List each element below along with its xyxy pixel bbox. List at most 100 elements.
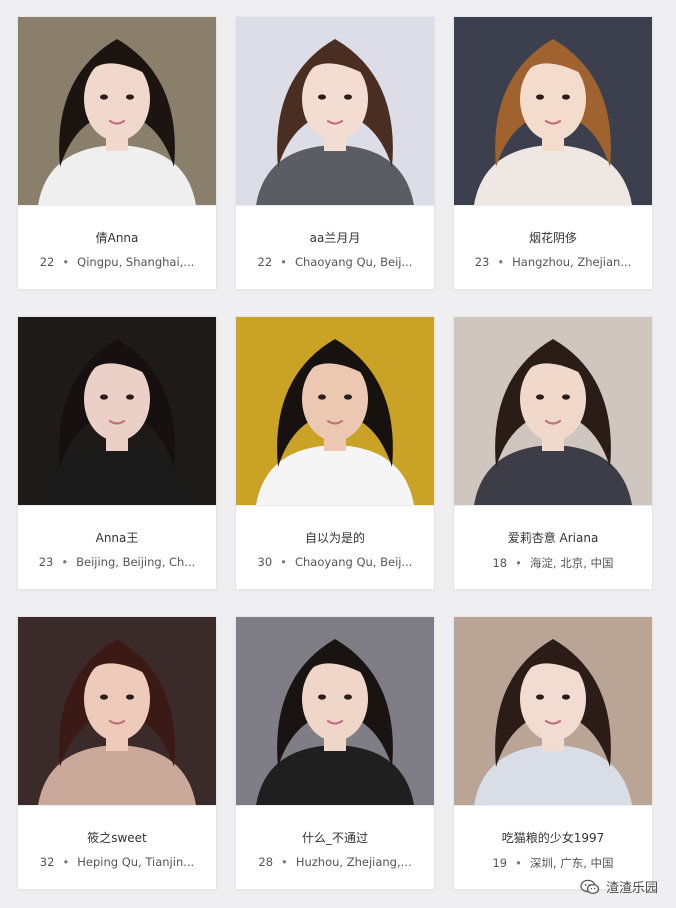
profile-name: Anna王 — [95, 531, 139, 545]
portrait-image — [454, 17, 652, 205]
profile-location: 深圳, 广东, 中国 — [529, 856, 614, 870]
profile-location: Chaoyang Qu, Beij... — [294, 555, 413, 569]
profile-meta: 22 • Chaoyang Qu, Beij... — [236, 255, 434, 269]
profile-card[interactable]: 自以为是的 30 • Chaoyang Qu, Beij... — [235, 316, 435, 590]
profile-card[interactable]: aa兰月月 22 • Chaoyang Qu, Beij... — [235, 16, 435, 290]
profile-card[interactable]: 倩Anna 22 • Qingpu, Shanghai,... — [17, 16, 217, 290]
photo-eye-right — [344, 694, 352, 700]
profile-location: 海淀, 北京, 中国 — [529, 556, 614, 570]
profile-meta: 19 • 深圳, 广东, 中国 — [454, 855, 652, 871]
profile-age: 18 — [492, 556, 508, 570]
profile-meta: 18 • 海淀, 北京, 中国 — [454, 555, 652, 571]
profile-meta: 22 • Qingpu, Shanghai,... — [18, 255, 216, 269]
profile-name: 烟花阴侈 — [528, 231, 577, 245]
profile-name: 筱之sweet — [87, 831, 147, 845]
profile-photo[interactable] — [18, 317, 216, 506]
photo-eye-left — [536, 394, 544, 400]
profile-photo[interactable] — [18, 617, 216, 806]
profile-meta: 30 • Chaoyang Qu, Beij... — [236, 555, 434, 569]
profile-meta: 23 • Hangzhou, Zhejian... — [454, 255, 652, 269]
photo-eye-right — [562, 394, 570, 400]
profile-age: 23 — [474, 255, 490, 269]
profile-photo[interactable] — [18, 17, 216, 206]
portrait-image — [454, 317, 652, 505]
watermark: 渣渣乐园 — [580, 877, 658, 896]
profile-card[interactable]: 爱莉杏意 Ariana 18 • 海淀, 北京, 中国 — [453, 316, 653, 590]
profile-age: 22 — [257, 255, 273, 269]
profile-location: Huzhou, Zhejiang,... — [295, 855, 412, 869]
profile-card[interactable]: 什么_不通过 28 • Huzhou, Zhejiang,... — [235, 616, 435, 890]
profile-age: 19 — [492, 856, 508, 870]
photo-eye-left — [318, 394, 326, 400]
photo-eye-right — [344, 394, 352, 400]
profile-photo[interactable] — [454, 17, 652, 206]
photo-eye-right — [344, 94, 352, 100]
portrait-image — [18, 317, 216, 505]
photo-eye-right — [126, 94, 134, 100]
portrait-image — [236, 617, 434, 805]
photo-neck — [542, 135, 564, 151]
profile-name: 自以为是的 — [304, 531, 365, 545]
photo-eye-left — [100, 94, 108, 100]
portrait-image — [454, 617, 652, 805]
profile-location: Chaoyang Qu, Beij... — [294, 255, 413, 269]
photo-neck — [106, 135, 128, 151]
portrait-image — [236, 317, 434, 505]
portrait-image — [236, 17, 434, 205]
profile-photo[interactable] — [454, 617, 652, 806]
separator-dot: • — [62, 855, 70, 869]
profile-meta: 28 • Huzhou, Zhejiang,... — [236, 855, 434, 869]
profile-age: 22 — [39, 255, 55, 269]
profile-age: 23 — [38, 555, 54, 569]
portrait-image — [18, 617, 216, 805]
watermark-text: 渣渣乐园 — [605, 881, 658, 896]
photo-neck — [106, 735, 128, 751]
photo-eye-right — [562, 94, 570, 100]
photo-neck — [542, 735, 564, 751]
profile-age: 32 — [39, 855, 55, 869]
profile-meta: 32 • Heping Qu, Tianjin... — [18, 855, 216, 869]
profile-photo[interactable] — [236, 317, 434, 506]
photo-neck — [106, 435, 128, 451]
photo-neck — [542, 435, 564, 451]
profile-location: Beijing, Beijing, Ch... — [76, 555, 196, 569]
photo-eye-left — [318, 694, 326, 700]
profile-photo[interactable] — [454, 317, 652, 506]
profile-name: 什么_不通过 — [301, 831, 368, 845]
photo-eye-left — [536, 694, 544, 700]
profile-card[interactable]: 筱之sweet 32 • Heping Qu, Tianjin... — [17, 616, 217, 890]
photo-neck — [324, 135, 346, 151]
wechat-icon — [580, 879, 600, 894]
photo-eye-left — [100, 694, 108, 700]
portrait-image — [18, 17, 216, 205]
separator-dot: • — [280, 255, 287, 269]
photo-eye-right — [562, 694, 570, 700]
separator-dot: • — [515, 556, 522, 570]
separator-dot: • — [61, 555, 69, 569]
profile-location: Qingpu, Shanghai,... — [77, 255, 195, 269]
separator-dot: • — [497, 255, 505, 269]
separator-dot: • — [280, 555, 287, 569]
profile-name: 吃猫粮的少女1997 — [501, 831, 605, 845]
profile-location: Heping Qu, Tianjin... — [77, 855, 195, 869]
profile-name: aa兰月月 — [309, 231, 361, 245]
profile-card[interactable]: 吃猫粮的少女1997 19 • 深圳, 广东, 中国 — [453, 616, 653, 890]
photo-eye-left — [318, 94, 326, 100]
profile-meta: 23 • Beijing, Beijing, Ch... — [18, 555, 216, 569]
separator-dot: • — [515, 856, 522, 870]
profile-grid: 倩Anna 22 • Qingpu, Shanghai,... aa兰月月 22 • C… — [17, 16, 655, 890]
profile-age: 28 — [258, 855, 274, 869]
photo-neck — [324, 735, 346, 751]
separator-dot: • — [62, 255, 70, 269]
profile-card[interactable]: 烟花阴侈 23 • Hangzhou, Zhejian... — [453, 16, 653, 290]
photo-eye-right — [126, 694, 134, 700]
photo-eye-right — [126, 394, 134, 400]
profile-photo[interactable] — [236, 17, 434, 206]
profile-name: 爱莉杏意 Ariana — [507, 531, 599, 545]
profile-name: 倩Anna — [95, 231, 139, 245]
profile-age: 30 — [257, 555, 273, 569]
photo-neck — [324, 435, 346, 451]
photo-eye-left — [536, 94, 544, 100]
profile-photo[interactable] — [236, 617, 434, 806]
profile-card[interactable]: Anna王 23 • Beijing, Beijing, Ch... — [17, 316, 217, 590]
